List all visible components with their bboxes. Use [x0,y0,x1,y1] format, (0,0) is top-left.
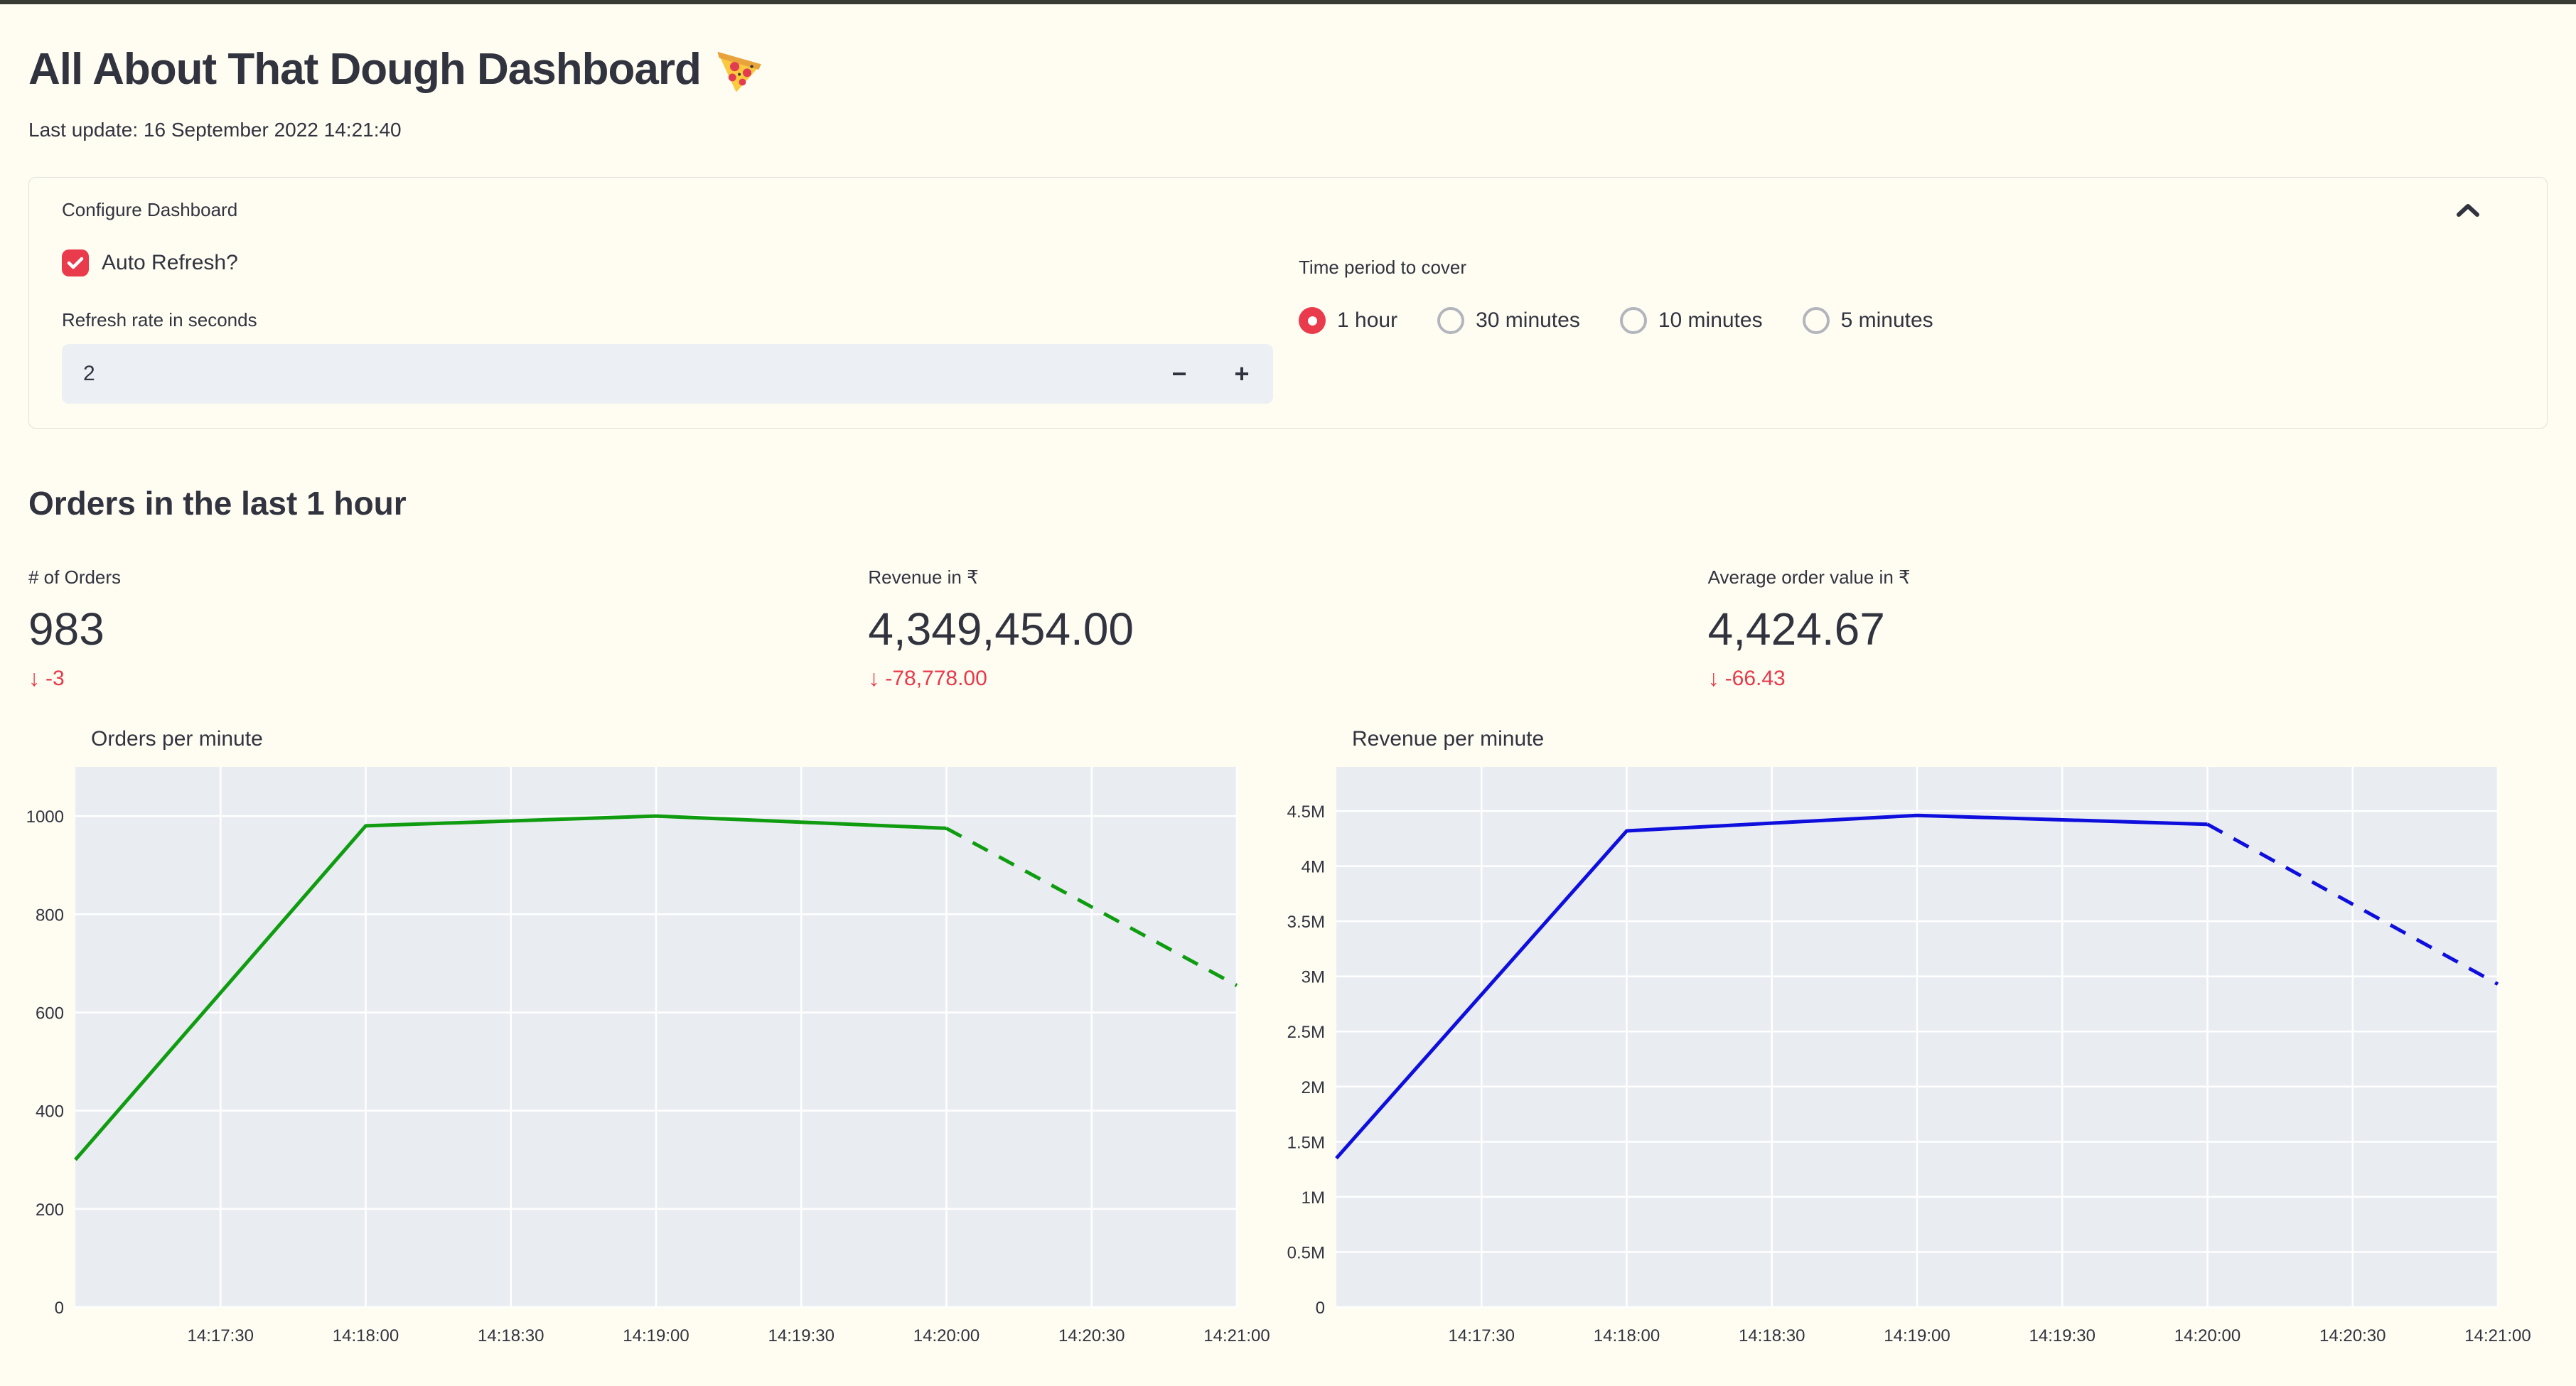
metric-delta-value: -3 [45,666,65,690]
svg-text:14:20:30: 14:20:30 [1058,1326,1125,1345]
checkmark-icon [67,257,84,269]
svg-text:4.5M: 4.5M [1287,802,1325,822]
svg-text:14:20:00: 14:20:00 [913,1326,980,1345]
orders-line-plot[interactable]: 0 200 400 600 800 1000 14:17:30 14:18:00 14:18:3… [26,767,1270,1370]
svg-text:0.5M: 0.5M [1287,1243,1325,1262]
radio-selected-icon[interactable] [1299,307,1326,334]
radio-option-30-minutes[interactable]: 30 minutes [1437,307,1580,334]
auto-refresh-row: Auto Refresh? [62,249,1273,276]
svg-text:1M: 1M [1302,1188,1325,1208]
svg-text:14:20:00: 14:20:00 [2174,1326,2240,1345]
arrow-down-icon: ↓ [28,665,40,691]
svg-text:14:18:00: 14:18:00 [333,1326,399,1345]
svg-text:14:19:00: 14:19:00 [623,1326,689,1345]
svg-text:14:21:00: 14:21:00 [1203,1326,1270,1345]
svg-text:600: 600 [36,1004,64,1023]
svg-text:200: 200 [36,1200,64,1220]
refresh-settings-column: Auto Refresh? Refresh rate in seconds 2 … [62,249,1273,404]
metric-delta: ↓ -66.43 [1708,665,2548,692]
refresh-rate-input[interactable]: 2 − + [62,344,1273,404]
window-top-edge [0,0,2576,4]
svg-text:14:18:30: 14:18:30 [478,1326,544,1345]
svg-text:1000: 1000 [26,807,64,827]
svg-text:14:19:00: 14:19:00 [1884,1326,1950,1345]
radio-option-10-minutes[interactable]: 10 minutes [1619,307,1763,334]
svg-text:4M: 4M [1302,858,1325,877]
metric-delta-value: -66.43 [1724,666,1786,690]
auto-refresh-checkbox[interactable] [62,249,89,276]
arrow-down-icon: ↓ [868,665,880,691]
radio-unselected-icon[interactable] [1619,307,1647,334]
arrow-down-icon: ↓ [1707,665,1719,691]
metric-delta: ↓ -3 [28,665,868,692]
page-title: All About That Dough Dashboard [28,44,2548,95]
orders-per-minute-chart: Orders per minute 0 200 400 600 800 1000 14:17… [26,727,1270,1370]
configure-dashboard-expander: Configure Dashboard Auto Refresh? Refres… [28,177,2548,429]
svg-text:2M: 2M [1302,1078,1325,1097]
svg-text:800: 800 [36,906,64,925]
decrement-button[interactable]: − [1148,344,1211,404]
metric-avg-order-value: Average order value in ₹ 4,424.67 ↓ -66.… [1708,566,2548,692]
metric-orders: # of Orders 983 ↓ -3 [28,566,868,692]
metrics-row: # of Orders 983 ↓ -3 Revenue in ₹ 4,349,… [28,566,2548,692]
refresh-rate-value[interactable]: 2 [62,362,1148,386]
metric-value: 4,424.67 [1707,603,1885,655]
metric-value: 4,349,454.00 [868,603,1134,655]
svg-text:2.5M: 2.5M [1287,1023,1325,1042]
dashboard-page: All About That Dough Dashboard Last upda… [0,44,2576,1370]
pizza-icon [717,51,761,92]
auto-refresh-label: Auto Refresh? [102,251,238,274]
svg-text:14:18:00: 14:18:00 [1594,1326,1660,1345]
svg-text:400: 400 [36,1102,64,1122]
svg-text:14:21:00: 14:21:00 [2464,1326,2531,1345]
revenue-line-plot[interactable]: 0 0.5M 1M 1.5M 2M 2.5M 3M 3.5M 4M 4.5M 14:17:30 14:… [1287,767,2531,1370]
chevron-up-icon[interactable] [2456,203,2480,218]
metric-delta-value: -78,778.00 [885,666,987,690]
svg-text:14:20:30: 14:20:30 [2319,1326,2386,1345]
time-period-column: Time period to cover 1 hour 30 minutes 1… [1299,249,2514,404]
radio-option-1-hour[interactable]: 1 hour [1299,307,1397,334]
svg-text:14:19:30: 14:19:30 [768,1326,834,1345]
metric-revenue: Revenue in ₹ 4,349,454.00 ↓ -78,778.00 [868,566,1707,692]
chart-title: Orders per minute [91,727,263,751]
chart-title: Revenue per minute [1352,727,1545,751]
metric-value: 983 [28,603,104,655]
metric-label: Revenue in ₹ [868,566,979,588]
expander-content: Auto Refresh? Refresh rate in seconds 2 … [62,249,2514,404]
svg-text:0: 0 [55,1299,64,1318]
expander-title: Configure Dashboard [62,199,238,220]
svg-text:1.5M: 1.5M [1287,1133,1325,1152]
metric-delta: ↓ -78,778.00 [868,665,1707,692]
increment-button[interactable]: + [1211,344,1273,404]
svg-text:14:18:30: 14:18:30 [1739,1326,1805,1345]
svg-text:3M: 3M [1302,968,1325,987]
radio-unselected-icon[interactable] [1802,307,1830,334]
metric-label: # of Orders [28,566,122,588]
last-update-text: Last update: 16 September 2022 14:21:40 [28,119,402,141]
page-title-text: All About That Dough Dashboard [28,45,702,94]
svg-text:14:17:30: 14:17:30 [1449,1326,1515,1345]
time-period-label: Time period to cover [1299,257,1467,278]
revenue-per-minute-chart: Revenue per minute 0 0.5M 1M 1.5M 2M 2.5M 3M 3.… [1287,727,2531,1370]
section-heading: Orders in the last 1 hour [28,485,407,522]
configure-dashboard-expander-header[interactable]: Configure Dashboard [62,199,2514,221]
radio-unselected-icon[interactable] [1437,307,1465,334]
radio-option-5-minutes[interactable]: 5 minutes [1802,307,1933,334]
charts-row: Orders per minute 0 200 400 600 800 1000 14:17… [26,727,2548,1370]
svg-text:14:17:30: 14:17:30 [188,1326,254,1345]
refresh-rate-label: Refresh rate in seconds [62,309,257,331]
svg-text:14:19:30: 14:19:30 [2029,1326,2095,1345]
metric-label: Average order value in ₹ [1707,566,1911,588]
svg-text:3.5M: 3.5M [1287,913,1325,932]
time-period-radio-group: 1 hour 30 minutes 10 minutes 5 minutes [1299,307,2514,334]
svg-text:0: 0 [1316,1299,1325,1318]
